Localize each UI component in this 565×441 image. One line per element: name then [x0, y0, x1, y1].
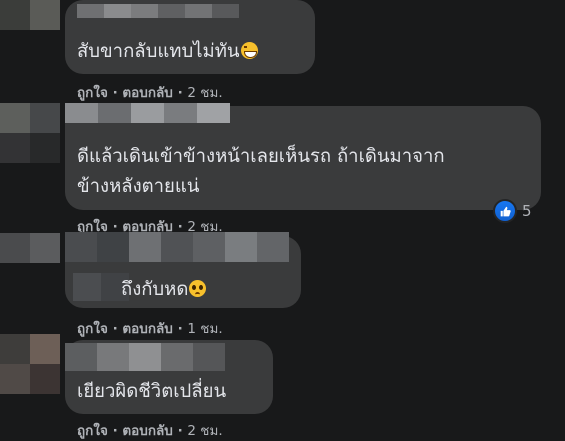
separator-dot: ·	[177, 85, 183, 101]
reaction-count: 5	[522, 202, 532, 220]
like-icon	[493, 199, 517, 223]
comment-text-line: ข้างหลังตายแน่	[77, 176, 200, 197]
comment-bubble: เยียวผิดชีวิตเปลี่ยน	[65, 340, 273, 414]
avatar-pixelated	[0, 334, 60, 394]
timestamp[interactable]: 2 ชม.	[187, 423, 222, 439]
comment-bubble: สับขากลับแทบไม่ทัน	[65, 0, 315, 74]
comment-bubble: ถึงกับหด	[65, 232, 301, 308]
separator-dot: ·	[177, 423, 183, 439]
reply-link[interactable]: ตอบกลับ	[122, 85, 172, 101]
author-name-pixelated[interactable]	[65, 343, 225, 371]
separator-dot: ·	[177, 321, 183, 337]
separator-dot: ·	[112, 423, 118, 439]
comment-text: เยียวผิดชีวิตเปลี่ยน	[77, 381, 227, 402]
like-link[interactable]: ถูกใจ	[77, 85, 108, 101]
avatar-pixelated	[0, 0, 60, 30]
timestamp[interactable]: 1 ชม.	[187, 321, 222, 337]
separator-dot: ·	[112, 85, 118, 101]
pleading-face-emoji	[189, 280, 207, 297]
reply-link[interactable]: ตอบกลับ	[122, 321, 172, 337]
timestamp[interactable]: 2 ชม.	[187, 85, 222, 101]
reaction-summary[interactable]: 5	[493, 199, 532, 223]
separator-dot: ·	[112, 321, 118, 337]
grinning-sweat-emoji	[240, 42, 258, 59]
avatar-pixelated	[0, 233, 60, 263]
avatar-pixelated	[0, 103, 60, 163]
reply-link[interactable]: ตอบกลับ	[122, 423, 172, 439]
comment-bubble: ดีแล้วเดินเข้าข้างหน้าเลยเห็นรถ ถ้าเดินม…	[65, 103, 541, 210]
comment-actions: ถูกใจ · ตอบกลับ · 1 ชม.	[77, 317, 223, 339]
author-name-pixelated[interactable]	[65, 103, 230, 123]
comment-text-line: ดีแล้วเดินเข้าข้างหน้าเลยเห็นรถ ถ้าเดินม…	[77, 146, 445, 167]
comment-text: สับขากลับแทบไม่ทัน	[77, 37, 258, 67]
comment-actions: ถูกใจ · ตอบกลับ · 2 ชม.	[77, 81, 223, 103]
author-name-pixelated[interactable]	[77, 4, 239, 18]
comment-actions: ถูกใจ · ตอบกลับ · 2 ชม.	[77, 419, 223, 441]
comment-text: ถึงกับหด	[121, 275, 207, 305]
like-link[interactable]: ถูกใจ	[77, 423, 108, 439]
like-link[interactable]: ถูกใจ	[77, 321, 108, 337]
author-name-pixelated[interactable]	[65, 232, 289, 262]
